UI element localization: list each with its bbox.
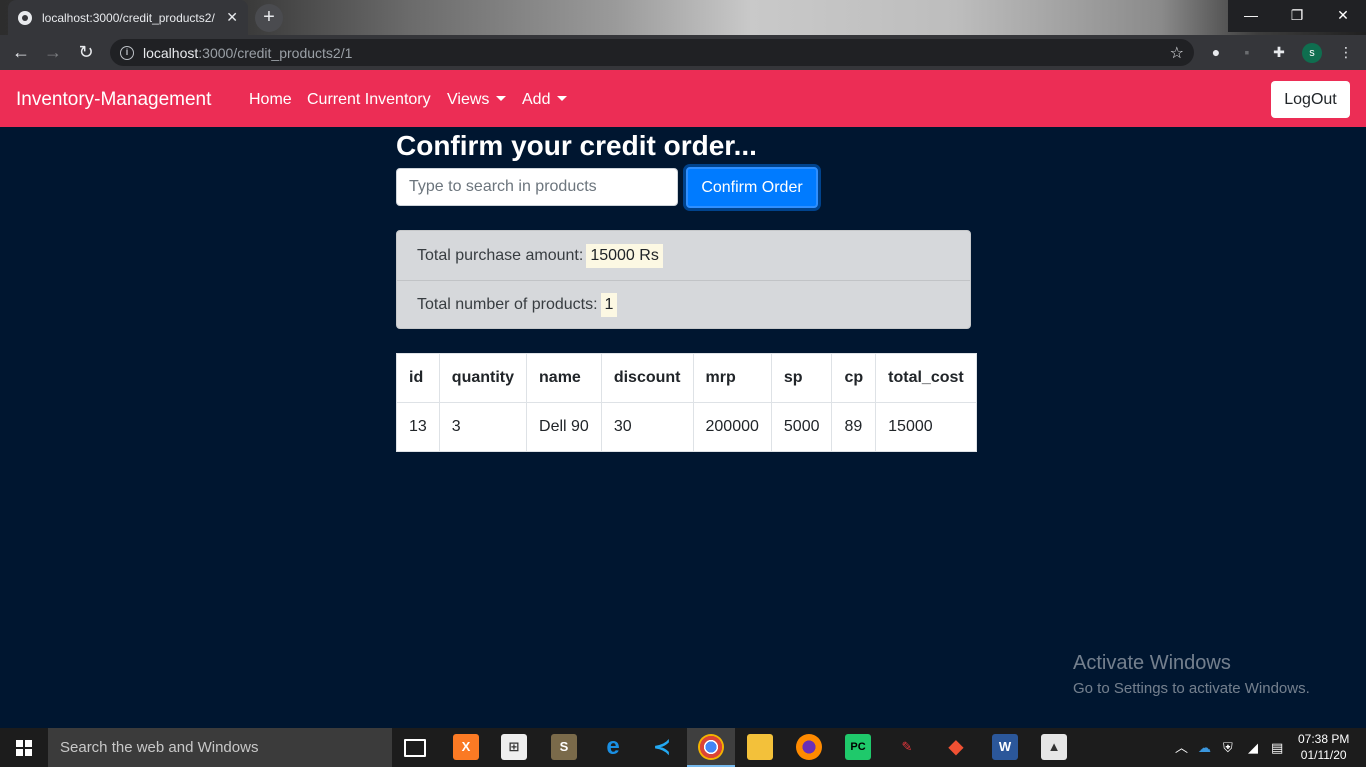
page-title: Confirm your credit order... — [396, 130, 757, 161]
task-view-icon[interactable] — [404, 739, 426, 757]
clock-time: 07:38 PM — [1298, 732, 1350, 746]
photos-icon[interactable]: ▲ — [1041, 734, 1067, 760]
url-host: localhost — [143, 44, 199, 61]
cell-cp: 89 — [831, 402, 877, 452]
count-value: 1 — [600, 293, 618, 317]
extension-icon[interactable]: ▪ — [1234, 35, 1260, 70]
col-header-cp: cp — [831, 353, 877, 403]
logout-button[interactable]: LogOut — [1271, 81, 1350, 118]
git-icon[interactable]: ◆ — [943, 734, 969, 760]
windows-logo-icon — [16, 740, 32, 756]
notifications-icon[interactable]: ▤ — [1271, 728, 1283, 767]
store-icon[interactable]: ⊞ — [501, 734, 527, 760]
word-icon[interactable]: W — [992, 734, 1018, 760]
table-header-row: id quantity name discount mrp sp cp tota… — [396, 353, 977, 403]
reload-icon[interactable]: ↻ — [71, 35, 101, 70]
profile-avatar[interactable]: s — [1302, 43, 1322, 63]
cell-name: Dell 90 — [526, 402, 602, 452]
count-label: Total number of products: — [417, 296, 598, 313]
restore-button[interactable]: ❐ — [1274, 0, 1320, 32]
nav-add-dropdown[interactable]: Add — [522, 91, 568, 109]
new-tab-button[interactable]: + — [255, 4, 283, 32]
cell-mrp: 200000 — [692, 402, 772, 452]
browser-toolbar: ← → ↻ i localhost:3000/credit_products2/… — [0, 35, 1366, 70]
start-button[interactable] — [0, 728, 48, 767]
table-row: 13 3 Dell 90 30 200000 5000 89 15000 — [396, 402, 977, 452]
activate-windows-watermark: Activate Windows Go to Settings to activ… — [1073, 652, 1310, 697]
chrome-icon[interactable] — [698, 734, 724, 760]
windows-taskbar: Search the web and Windows X ⊞ S e ≺ PC … — [0, 728, 1366, 767]
browser-tab[interactable]: localhost:3000/credit_products2/ ✕ — [8, 0, 248, 35]
tab-title: localhost:3000/credit_products2/ — [42, 10, 215, 25]
close-tab-icon[interactable]: ✕ — [226, 9, 238, 26]
nav-views-label: Views — [447, 91, 490, 108]
minimize-button[interactable]: — — [1228, 0, 1274, 32]
security-shield-icon[interactable]: ⛨ — [1223, 728, 1233, 767]
amount-label: Total purchase amount: — [417, 246, 584, 264]
amount-value: 15000 Rs — [586, 243, 663, 268]
xampp-icon[interactable]: X — [453, 734, 479, 760]
firefox-icon[interactable] — [796, 734, 822, 760]
globe-icon — [18, 10, 32, 25]
summary-amount-row: Total purchase amount: 15000 Rs — [397, 231, 970, 280]
cell-discount: 30 — [600, 402, 694, 452]
puzzle-extensions-icon[interactable]: ✚ — [1266, 35, 1292, 70]
sublime-text-icon[interactable]: S — [551, 734, 577, 760]
info-icon[interactable]: i — [120, 45, 134, 60]
watermark-title: Activate Windows — [1073, 652, 1231, 674]
col-header-total-cost: total_cost — [875, 353, 977, 403]
bookmark-star-icon[interactable]: ☆ — [1170, 43, 1184, 63]
col-header-discount: discount — [600, 353, 694, 403]
show-hidden-icons[interactable]: ︿ — [1175, 728, 1188, 767]
caret-down-icon — [496, 96, 507, 101]
watermark-subtitle: Go to Settings to activate Windows. — [1073, 680, 1310, 697]
wifi-icon[interactable]: ◢ — [1248, 728, 1258, 767]
address-bar[interactable]: i localhost:3000/credit_products2/1 ☆ — [110, 39, 1194, 66]
close-window-button[interactable]: ✕ — [1320, 0, 1366, 32]
brand-link[interactable]: Inventory-Management — [16, 89, 211, 111]
cell-sp: 5000 — [770, 402, 833, 452]
taskbar-clock[interactable]: 07:38 PM 01/11/20 — [1298, 731, 1349, 763]
nav-add-label: Add — [522, 91, 551, 108]
forward-icon[interactable]: → — [38, 35, 68, 70]
more-menu-icon[interactable]: ⋮ — [1333, 35, 1359, 70]
pycharm-icon[interactable]: PC — [845, 734, 871, 760]
app-navbar: Inventory-Management Home Current Invent… — [0, 70, 1366, 127]
nav-home[interactable]: Home — [249, 91, 292, 109]
browser-tab-strip: localhost:3000/credit_products2/ ✕ + — ❐… — [0, 0, 1366, 35]
col-header-mrp: mrp — [692, 353, 772, 403]
file-explorer-icon[interactable] — [747, 734, 773, 760]
clock-date: 01/11/20 — [1300, 748, 1347, 762]
onedrive-icon[interactable]: ☁ — [1198, 728, 1211, 767]
paint-icon[interactable]: ✎ — [894, 734, 920, 760]
vscode-icon[interactable]: ≺ — [649, 734, 675, 760]
confirm-order-button[interactable]: Confirm Order — [686, 167, 818, 208]
col-header-quantity: quantity — [438, 353, 528, 403]
back-icon[interactable]: ← — [6, 35, 36, 70]
taskbar-search-box[interactable]: Search the web and Windows — [48, 728, 392, 767]
col-header-sp: sp — [770, 353, 833, 403]
products-table: id quantity name discount mrp sp cp tota… — [396, 353, 977, 452]
order-summary: Total purchase amount: 15000 Rs Total nu… — [396, 230, 971, 329]
col-header-id: id — [396, 353, 440, 403]
cell-total-cost: 15000 — [875, 402, 977, 452]
summary-count-row: Total number of products: 1 — [397, 280, 970, 329]
col-header-name: name — [526, 353, 602, 403]
edge-icon[interactable]: e — [600, 734, 626, 760]
nav-views-dropdown[interactable]: Views — [447, 91, 507, 109]
product-search-input[interactable] — [396, 168, 678, 206]
caret-down-icon — [557, 96, 568, 101]
cookie-extension-icon[interactable]: ● — [1203, 35, 1229, 70]
url-path: :3000/credit_products2/1 — [198, 44, 353, 61]
nav-current-inventory[interactable]: Current Inventory — [307, 91, 431, 109]
cell-quantity: 3 — [438, 402, 528, 452]
cell-id: 13 — [396, 402, 440, 452]
